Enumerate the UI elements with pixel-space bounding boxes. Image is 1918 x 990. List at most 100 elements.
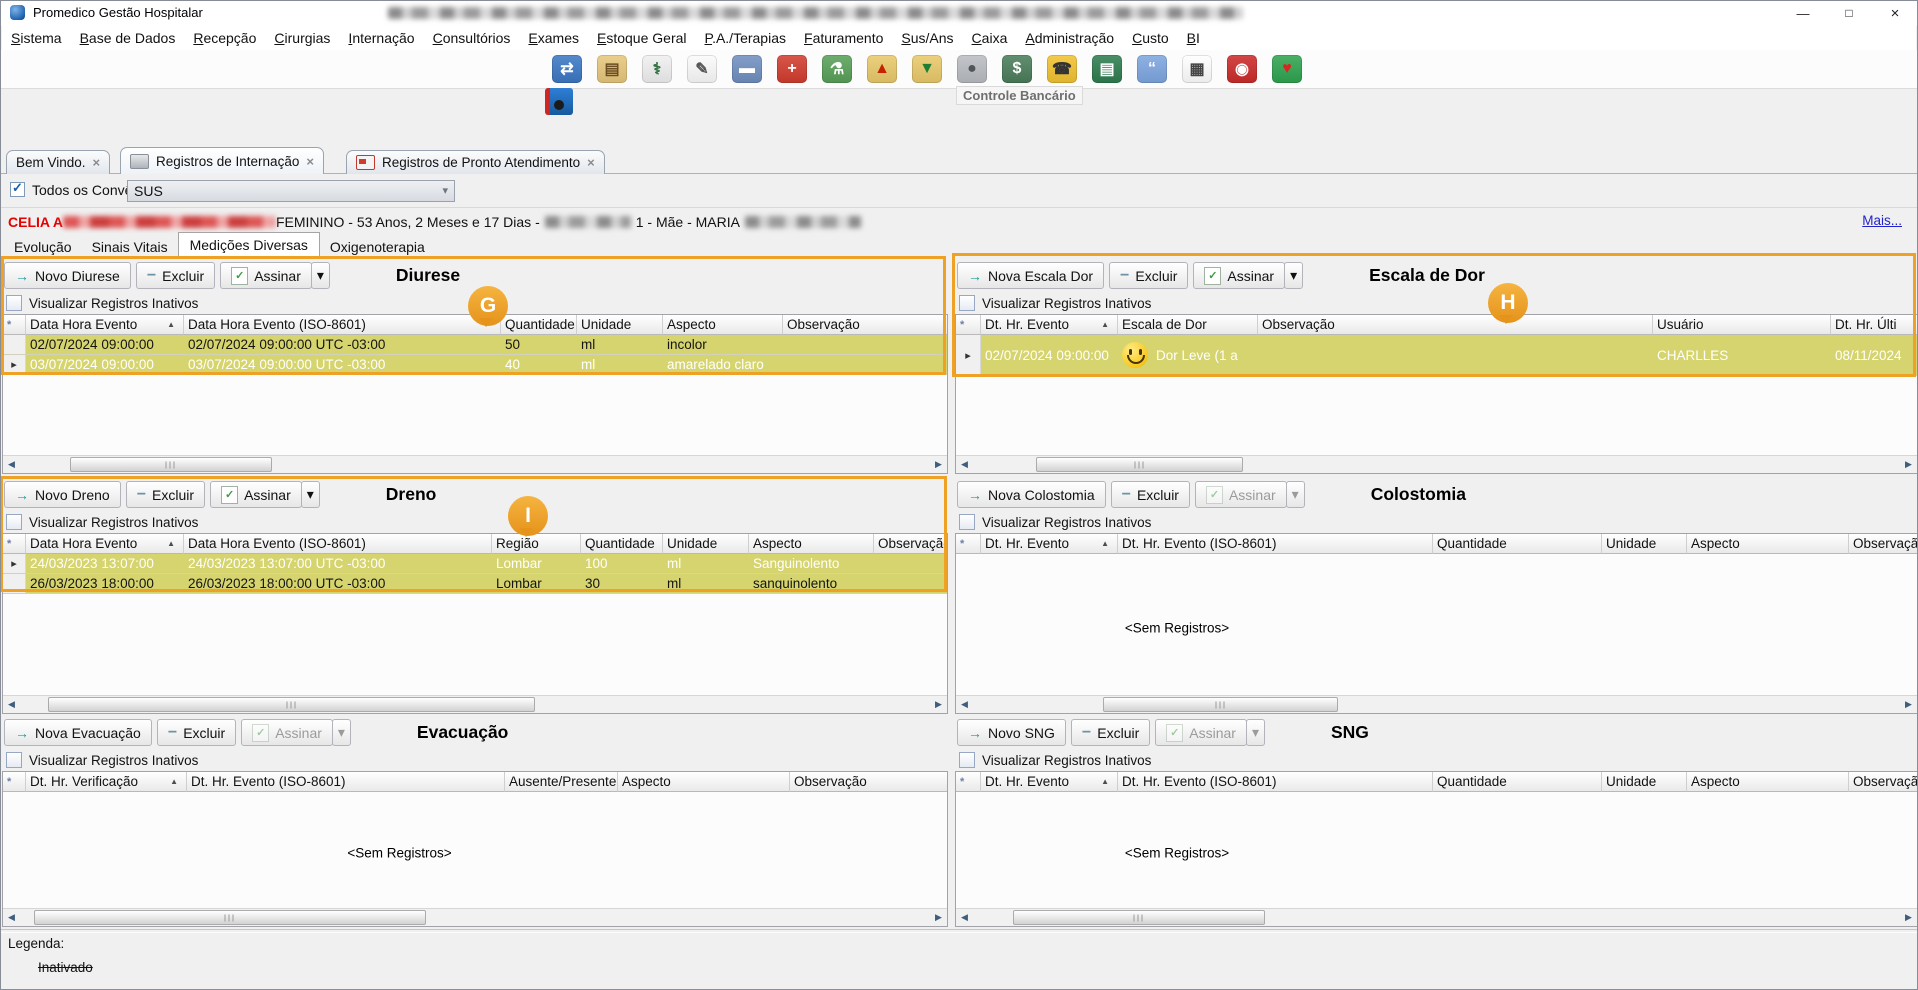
column-header[interactable]: Observação (1849, 534, 1917, 554)
column-header[interactable]: Dt. Hr. Evento▲ (981, 772, 1118, 792)
table-row[interactable]: ▸24/03/2023 13:07:0024/03/2023 13:07:00 … (3, 554, 947, 574)
table-cell[interactable]: Lombar (492, 554, 581, 573)
close-icon[interactable]: × (93, 155, 101, 170)
table-cell[interactable]: 26/03/2023 18:00:00 (26, 574, 184, 593)
column-header[interactable]: Unidade (1602, 534, 1687, 554)
menu-item-15[interactable]: BI (1178, 27, 1209, 49)
show-inactive-checkbox[interactable] (6, 514, 22, 530)
sign-colostomia-button[interactable]: ✓Assinar (1195, 481, 1287, 508)
menu-item-10[interactable]: Faturamento (795, 27, 892, 49)
table-cell[interactable]: 08/11/2024 (1831, 335, 1917, 375)
sign-escala-button[interactable]: ✓Assinar (1193, 262, 1285, 289)
menu-item-1[interactable]: Sistema (2, 27, 71, 49)
horizontal-scrollbar[interactable]: ◀▶ (3, 455, 947, 473)
table-cell[interactable] (783, 335, 947, 354)
new-diurese-button[interactable]: →Novo Diurese (4, 262, 131, 289)
scroll-right-icon[interactable]: ▶ (1900, 456, 1917, 473)
table-row[interactable]: 26/03/2023 18:00:0026/03/2023 18:00:00 U… (3, 574, 947, 594)
column-header[interactable]: Dt. Hr. Últi (1831, 315, 1917, 335)
delete-evacuacao-button[interactable]: −Excluir (157, 719, 236, 746)
new-sng-button[interactable]: →Novo SNG (957, 719, 1066, 746)
column-header[interactable]: Aspecto (663, 315, 783, 335)
all-convenios-checkbox[interactable]: ✓ (10, 182, 25, 197)
delete-colostomia-button[interactable]: −Excluir (1111, 481, 1190, 508)
scroll-right-icon[interactable]: ▶ (930, 456, 947, 473)
table-cell[interactable]: 30 (581, 574, 663, 593)
show-inactive-checkbox[interactable] (959, 514, 975, 530)
delete-escala-button[interactable]: −Excluir (1109, 262, 1188, 289)
table-cell[interactable]: 24/03/2023 13:07:00 UTC -03:00 (184, 554, 492, 573)
sign-dropdown-button[interactable]: ▾ (1286, 481, 1305, 508)
table-cell[interactable]: ml (663, 574, 749, 593)
column-header[interactable]: Região (492, 534, 581, 554)
sign-dropdown-button[interactable]: ▾ (301, 481, 320, 508)
finance-up-icon[interactable]: ▲ (867, 55, 897, 83)
new-colostomia-button[interactable]: →Nova Colostomia (957, 481, 1106, 508)
column-header[interactable]: Dt. Hr. Evento (ISO-8601) (1118, 534, 1433, 554)
subtab-evolu-o[interactable]: Evolução (4, 236, 82, 258)
scroll-right-icon[interactable]: ▶ (1900, 909, 1917, 926)
column-header[interactable]: Dt. Hr. Evento (ISO-8601) (1118, 772, 1433, 792)
table-cell[interactable]: 50 (501, 335, 577, 354)
sign-dropdown-button[interactable]: ▾ (1284, 262, 1303, 289)
show-inactive-checkbox[interactable] (959, 752, 975, 768)
document-library-icon[interactable]: ▤ (1092, 55, 1122, 83)
column-header[interactable]: Data Hora Evento▲ (26, 315, 184, 335)
column-header[interactable]: Dt. Hr. Evento▲ (981, 534, 1118, 554)
table-cell[interactable]: ml (663, 554, 749, 573)
menu-item-13[interactable]: Administração (1016, 27, 1123, 49)
menu-item-6[interactable]: Consultórios (424, 27, 520, 49)
menu-item-12[interactable]: Caixa (963, 27, 1017, 49)
patients-sync-icon[interactable]: ⇄ (552, 55, 582, 83)
scroll-left-icon[interactable]: ◀ (3, 456, 20, 473)
table-cell[interactable]: amarelado claro (663, 355, 783, 374)
sign-dropdown-button[interactable]: ▾ (332, 719, 351, 746)
show-inactive-checkbox[interactable] (6, 295, 22, 311)
menu-item-8[interactable]: Estoque Geral (588, 27, 696, 49)
column-header[interactable]: Quantidade (1433, 772, 1602, 792)
table-row[interactable]: ▸03/07/2024 09:00:0003/07/2024 09:00:00 … (3, 355, 947, 375)
menu-item-7[interactable]: Exames (519, 27, 588, 49)
horizontal-scrollbar[interactable]: ◀▶ (3, 908, 947, 926)
scroll-left-icon[interactable]: ◀ (956, 909, 973, 926)
row-selector[interactable]: ▸ (3, 355, 26, 374)
menu-item-4[interactable]: Cirurgias (265, 27, 339, 49)
vitals-book-icon[interactable]: ♥ (1272, 55, 1302, 83)
power-off-icon[interactable]: ◉ (1227, 55, 1257, 83)
table-cell[interactable]: 40 (501, 355, 577, 374)
scroll-left-icon[interactable]: ◀ (3, 696, 20, 713)
more-link[interactable]: Mais... (1862, 213, 1902, 228)
new-dreno-button[interactable]: →Novo Dreno (4, 481, 121, 508)
menu-item-2[interactable]: Base de Dados (71, 27, 185, 49)
menu-item-5[interactable]: Internação (339, 27, 423, 49)
row-selector[interactable] (3, 335, 26, 354)
scrollbar-thumb[interactable] (1103, 697, 1338, 712)
sign-diurese-button[interactable]: ✓Assinar (220, 262, 312, 289)
hospital-bed-icon[interactable]: ▬ (732, 55, 762, 83)
convenio-select[interactable]: SUS ▾ (127, 180, 455, 202)
scrollbar-track[interactable] (20, 456, 930, 473)
detached-record-icon[interactable] (545, 88, 573, 115)
table-cell[interactable]: 02/07/2024 09:00:00 UTC -03:00 (184, 335, 501, 354)
minimize-button[interactable]: — (1780, 0, 1826, 26)
table-cell[interactable]: 02/07/2024 09:00:00 (981, 335, 1118, 375)
sign-dreno-button[interactable]: ✓Assinar (210, 481, 302, 508)
row-selector[interactable]: ▸ (956, 335, 981, 375)
ambulance-icon[interactable]: + (777, 55, 807, 83)
scroll-left-icon[interactable]: ◀ (956, 456, 973, 473)
column-header[interactable]: Observação (1849, 772, 1917, 792)
scrollbar-track[interactable] (973, 456, 1900, 473)
horizontal-scrollbar[interactable]: ◀▶ (956, 908, 1917, 926)
close-button[interactable]: × (1872, 0, 1918, 26)
column-header[interactable]: Unidade (577, 315, 663, 335)
column-header[interactable]: Usuário (1653, 315, 1831, 335)
bank-safe-icon[interactable]: ● (957, 55, 987, 83)
table-cell[interactable]: Dor Leve (1 a (1118, 335, 1258, 375)
delete-sng-button[interactable]: −Excluir (1071, 719, 1150, 746)
scrollbar-thumb[interactable] (1036, 457, 1243, 472)
doctor-icon[interactable]: ⚕ (642, 55, 672, 83)
table-cell[interactable]: 24/03/2023 13:07:00 (26, 554, 184, 573)
tab-registros-de-interna-o[interactable]: Registros de Internação× (120, 147, 324, 174)
scrollbar-thumb[interactable] (34, 910, 426, 925)
table-cell[interactable]: Sanguinolento (749, 554, 874, 573)
